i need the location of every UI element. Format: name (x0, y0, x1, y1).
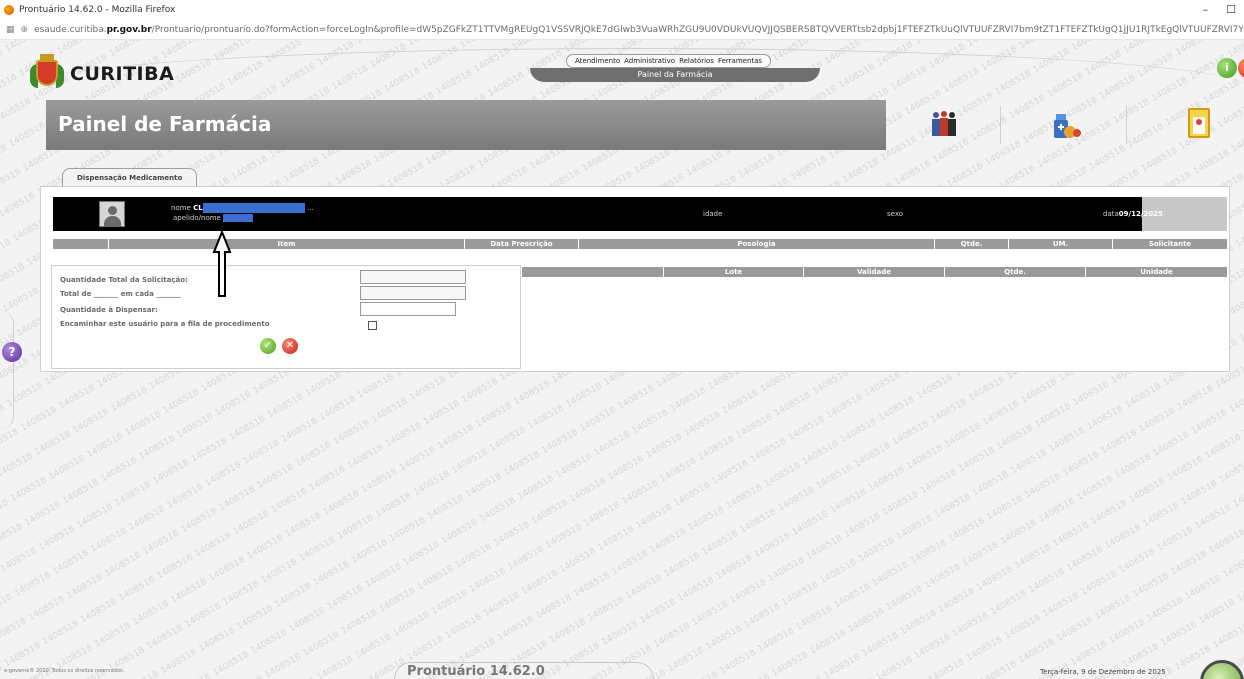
date-value: 09/12/2025 (1118, 210, 1163, 218)
separator (1000, 106, 1001, 144)
dispense-quantity-field[interactable] (360, 302, 456, 316)
total-de-label: Total de (60, 290, 92, 298)
em-cada-label: em cada (120, 290, 154, 298)
age-label: idade (703, 210, 723, 218)
column-qtde: Qtde. (945, 267, 1086, 277)
total-label: Quantidade Total da Solicitação: (60, 276, 188, 284)
quantity-form: Quantidade Total da Solicitação: Total d… (51, 265, 521, 369)
url-domain: pr.gov.br (106, 24, 152, 35)
page-icon: ▦ (6, 24, 15, 35)
name-label: nome (171, 204, 191, 212)
footer: e-governe® 2010. Todos os direitos reser… (0, 660, 1244, 679)
info-icon[interactable]: i (1217, 58, 1237, 78)
left-arc (0, 310, 14, 430)
menu-atendimento[interactable]: Atendimento (575, 57, 620, 65)
maximize-icon[interactable]: ☐ (1226, 3, 1236, 16)
column-validade: Validade (804, 267, 945, 277)
total-quantity-field[interactable] (360, 270, 466, 284)
url-bar[interactable]: ▦ ⊕ esaude.curitiba. pr.gov.br/Prontuario… (0, 20, 1244, 40)
column-item: Item (109, 239, 465, 249)
minimize-icon[interactable]: – (1203, 3, 1209, 16)
column-solicitante: Solicitante (1148, 240, 1192, 248)
column-lote: Lote (664, 267, 804, 277)
encaminhar-label: Encaminhar este usuário para a fila de p… (60, 320, 270, 328)
lote-table-header: Lote Validade Qtde. Unidade (522, 267, 1227, 277)
globe-icon[interactable] (1200, 660, 1244, 679)
column-spacer (522, 267, 664, 277)
url-path: /Prontuario/prontuario.do?formAction=for… (151, 24, 1244, 35)
menu-administrativo[interactable]: Administrativo (624, 57, 675, 65)
page-content: 1408518 CURITIBA Atendimento Administrat… (0, 40, 1244, 679)
medicine-icon[interactable] (1050, 112, 1082, 140)
sex-label: sexo (887, 210, 904, 218)
redaction-box (223, 214, 253, 222)
footer-date: Terça-feira, 9 de Dezembro de 2025 (1040, 668, 1166, 676)
avatar (99, 201, 125, 227)
separator (1126, 106, 1127, 144)
dispensar-label: Quantidade à Dispensar: (60, 306, 158, 314)
column-unidade: Unidade (1140, 268, 1173, 276)
menu-relatorios[interactable]: Relatórios (679, 57, 714, 65)
cancel-button[interactable]: ✕ (282, 338, 298, 354)
firefox-icon (4, 5, 14, 15)
redaction-box (203, 203, 305, 213)
confirm-button[interactable]: ✓ (260, 338, 276, 354)
column-um: UM. (1009, 239, 1113, 249)
logo-text: CURITIBA (70, 63, 175, 85)
shortcut-icons (900, 102, 1240, 148)
exit-icon[interactable] (1238, 58, 1244, 78)
column-data-prescricao: Data Prescrição (465, 239, 579, 249)
annotation-arrow-icon (212, 230, 232, 297)
clipboard-icon[interactable] (1188, 108, 1210, 138)
url-prefix: esaude.curitiba. (34, 24, 107, 35)
curitiba-logo: CURITIBA (30, 54, 174, 94)
column-spacer (53, 239, 109, 249)
date-row: data09/12/2025 (1103, 210, 1163, 218)
menu-ferramentas[interactable]: Ferramentas (718, 57, 762, 65)
date-label: data (1103, 210, 1119, 218)
patient-bar: nome CLIC ... apelido/nome social idade … (53, 197, 1227, 231)
users-icon[interactable] (930, 110, 958, 138)
window-title: Prontuário 14.62.0 - Mozilla Firefox (19, 5, 176, 15)
app-version: Prontuário 14.62.0 (394, 662, 654, 679)
help-icon[interactable]: ? (2, 342, 22, 362)
panel-tab: Painel da Farmácia (530, 68, 820, 82)
top-menu: Atendimento Administrativo Relatórios Fe… (566, 54, 772, 68)
forward-queue-checkbox[interactable] (368, 321, 377, 330)
column-qtde: Qtde. (935, 239, 1009, 249)
copyright: e-governe® 2010. Todos os direitos reser… (4, 668, 125, 674)
column-posologia: Posologia (579, 239, 935, 249)
window-titlebar: Prontuário 14.62.0 - Mozilla Firefox – ☐ (0, 0, 1244, 20)
name-trailing: ... (307, 204, 314, 212)
site-info-icon[interactable]: ⊕ (21, 25, 29, 35)
total-de-row: Total de _______ em cada _______ (60, 290, 181, 298)
total-de-field[interactable] (360, 286, 466, 300)
tab-dispensacao-medicamento[interactable]: Dispensação Medicamento (62, 168, 198, 186)
coat-of-arms-icon (30, 54, 64, 94)
header-banner: Painel de Farmácia (46, 100, 886, 150)
page-title: Painel de Farmácia (58, 112, 272, 136)
